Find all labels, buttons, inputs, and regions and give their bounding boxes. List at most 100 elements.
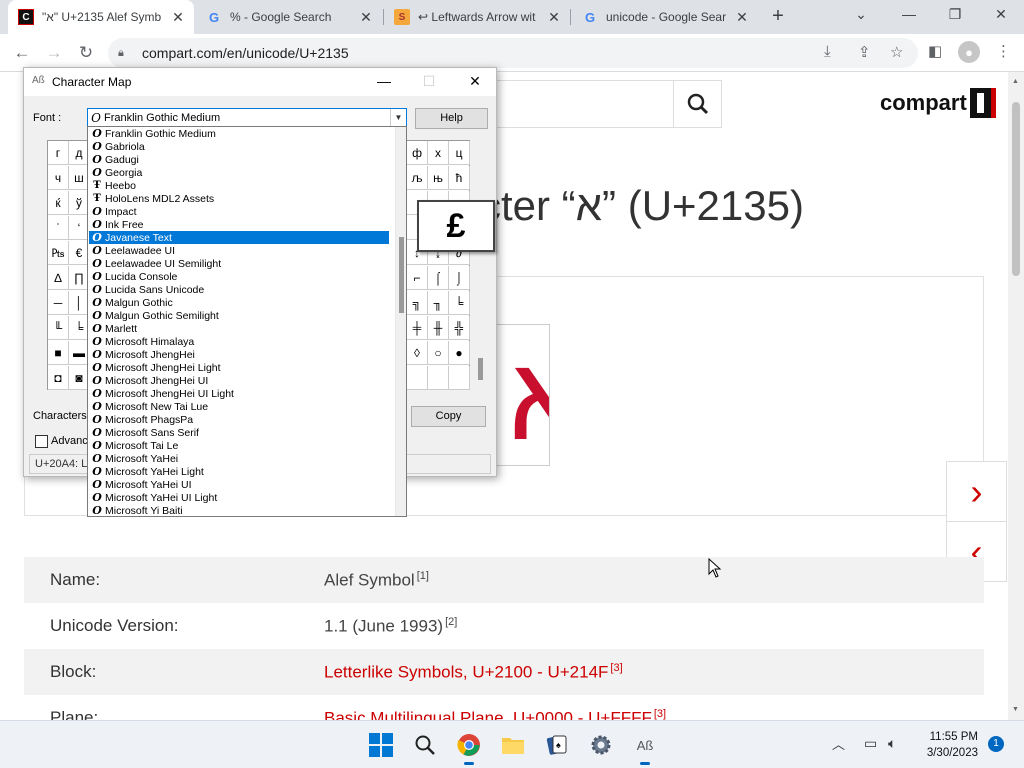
font-list-item[interactable]: O Microsoft JhengHei (89, 348, 389, 361)
page-scrollbar[interactable]: ▲ ▼ (1008, 72, 1024, 720)
scrollbar-thumb[interactable] (1012, 102, 1020, 276)
font-list-item[interactable]: O Lucida Sans Unicode (89, 283, 389, 296)
font-list-item[interactable]: O Leelawadee UI Semilight (89, 257, 389, 270)
font-list-item[interactable]: O Gadugi (89, 153, 389, 166)
font-list-item[interactable]: Ŧ Heebo (89, 179, 389, 192)
minimize-icon[interactable]: — (369, 71, 399, 93)
font-list-item[interactable]: O Microsoft Tai Le (89, 439, 389, 452)
minimize-icon[interactable]: — (894, 6, 924, 22)
font-list-item[interactable]: O Microsoft YaHei UI (89, 478, 389, 491)
grid-cell[interactable]: ╗ (407, 291, 428, 315)
close-tab-icon[interactable]: ✕ (734, 9, 750, 26)
tab-compart[interactable]: C "א" U+2135 Alef Symb ✕ (8, 0, 194, 34)
grid-cell[interactable]: њ (428, 166, 449, 190)
grid-cell[interactable]: г (48, 141, 69, 165)
grid-cell[interactable]: ⌡ (449, 266, 470, 290)
compart-logo[interactable]: compart (880, 88, 996, 118)
grid-cell[interactable]: ◘ (48, 366, 69, 390)
profile-avatar-icon[interactable]: ● (958, 41, 980, 63)
grid-cell[interactable]: ћ (449, 166, 470, 190)
address-bar[interactable]: 🔒︎ compart.com/en/unicode/U+2135 ⤓ ⇪ ☆ (108, 38, 918, 68)
grid-cell[interactable]: ○ (428, 341, 449, 365)
close-window-icon[interactable]: ✕ (986, 6, 1016, 23)
copy-button[interactable]: Copy (411, 406, 486, 427)
help-button[interactable]: Help (415, 108, 488, 129)
grid-cell[interactable]: ╙ (48, 316, 69, 340)
font-list-item[interactable]: O Malgun Gothic (89, 296, 389, 309)
grid-cell[interactable]: ╫ (428, 316, 449, 340)
font-list-item[interactable]: Ŧ HoloLens MDL2 Assets (89, 192, 389, 205)
grid-cell[interactable]: ◊ (407, 341, 428, 365)
font-list-item[interactable]: O Javanese Text (89, 231, 389, 244)
new-tab-button[interactable]: + (766, 5, 790, 29)
solitaire-icon[interactable]: ♠ (542, 730, 572, 760)
grid-cell[interactable]: ч (48, 166, 69, 190)
font-list-item[interactable]: O Microsoft YaHei Light (89, 465, 389, 478)
font-list-scrollbar[interactable] (395, 127, 406, 516)
grid-cell[interactable] (449, 366, 470, 390)
grid-cell[interactable]: ⌠ (428, 266, 449, 290)
ref-link[interactable]: [3] (610, 662, 622, 674)
advanced-view-checkbox[interactable] (35, 435, 48, 448)
tab-unicode-search[interactable]: G unicode - Google Sear ✕ (572, 0, 758, 34)
font-list-item[interactable]: O Microsoft JhengHei Light (89, 361, 389, 374)
font-list-item[interactable]: O Microsoft JhengHei UI (89, 374, 389, 387)
grid-cell[interactable] (428, 366, 449, 390)
font-list-item[interactable]: O Microsoft Sans Serif (89, 426, 389, 439)
font-list-item[interactable]: O Impact (89, 205, 389, 218)
bookmark-star-icon[interactable]: ☆ (890, 43, 903, 61)
font-list-item[interactable]: O Lucida Console (89, 270, 389, 283)
font-list-item[interactable]: O Microsoft PhagsPa (89, 413, 389, 426)
ref-link[interactable]: [2] (445, 616, 457, 628)
grid-cell[interactable] (407, 366, 428, 390)
font-list-item[interactable]: O Malgun Gothic Semilight (89, 309, 389, 322)
windows-start-icon[interactable] (366, 730, 396, 760)
network-icon[interactable]: ▭ (864, 735, 877, 752)
grid-scrollbar[interactable] (472, 140, 489, 390)
font-list-item[interactable]: O Leelawadee UI (89, 244, 389, 257)
notification-badge[interactable]: 1 (988, 736, 1004, 752)
reload-icon[interactable]: ↻ (74, 41, 98, 65)
grid-cell[interactable]: ╘ (449, 291, 470, 315)
install-icon[interactable]: ⤓ (824, 43, 831, 60)
font-list-item[interactable]: O Ink Free (89, 218, 389, 231)
grid-cell[interactable]: ╬ (449, 316, 470, 340)
charmap-titlebar[interactable]: Aß Character Map — ☐ ✕ (24, 68, 496, 96)
next-character-button[interactable]: › (946, 461, 1007, 522)
side-panel-icon[interactable]: ◧ (928, 42, 942, 60)
tab-search-chevron-icon[interactable]: ⌄ (846, 6, 876, 23)
font-list-item[interactable]: O Microsoft YaHei UI Light (89, 491, 389, 504)
grid-cell[interactable]: ■ (48, 341, 69, 365)
close-tab-icon[interactable]: ✕ (546, 9, 562, 26)
font-list-item[interactable]: O Microsoft New Tai Lue (89, 400, 389, 413)
grid-cell[interactable]: ф (407, 141, 428, 165)
back-arrow-icon[interactable]: ← (10, 41, 34, 65)
plane-link[interactable]: Basic Multilingual Plane, U+0000 - U+FFF… (324, 708, 652, 720)
tab-leftwards-arrow[interactable]: S ↩ Leftwards Arrow wit ✕ (384, 0, 570, 34)
grid-cell[interactable]: ─ (48, 291, 69, 315)
scroll-up-icon[interactable]: ▲ (1012, 78, 1019, 85)
grid-cell[interactable]: ˈ (48, 216, 69, 240)
search-icon[interactable] (673, 80, 722, 128)
close-tab-icon[interactable]: ✕ (358, 9, 374, 26)
grid-cell[interactable]: х (428, 141, 449, 165)
lock-icon[interactable]: 🔒︎ (118, 47, 132, 60)
close-tab-icon[interactable]: ✕ (170, 9, 186, 26)
volume-icon[interactable]: 🔈︎ (888, 735, 896, 752)
grid-cell[interactable]: љ (407, 166, 428, 190)
file-explorer-icon[interactable] (498, 730, 528, 760)
font-dropdown[interactable]: O Franklin Gothic Medium ▼ (87, 108, 407, 127)
font-list-item[interactable]: O Microsoft Himalaya (89, 335, 389, 348)
font-list-item[interactable]: O Microsoft JhengHei UI Light (89, 387, 389, 400)
font-list-item[interactable]: O Microsoft Yi Baiti (89, 504, 389, 516)
restore-icon[interactable]: ❐ (940, 6, 970, 23)
tab-google-search-percent[interactable]: G % - Google Search ✕ (196, 0, 382, 34)
font-list-item[interactable]: O Gabriola (89, 140, 389, 153)
grid-cell[interactable]: ● (449, 341, 470, 365)
ref-link[interactable]: [1] (417, 570, 429, 582)
font-list-item[interactable]: O Microsoft YaHei (89, 452, 389, 465)
grid-scrollbar-thumb[interactable] (478, 358, 483, 380)
font-list-item[interactable]: O Marlett (89, 322, 389, 335)
grid-cell[interactable]: ╖ (428, 291, 449, 315)
settings-icon[interactable] (586, 730, 616, 760)
